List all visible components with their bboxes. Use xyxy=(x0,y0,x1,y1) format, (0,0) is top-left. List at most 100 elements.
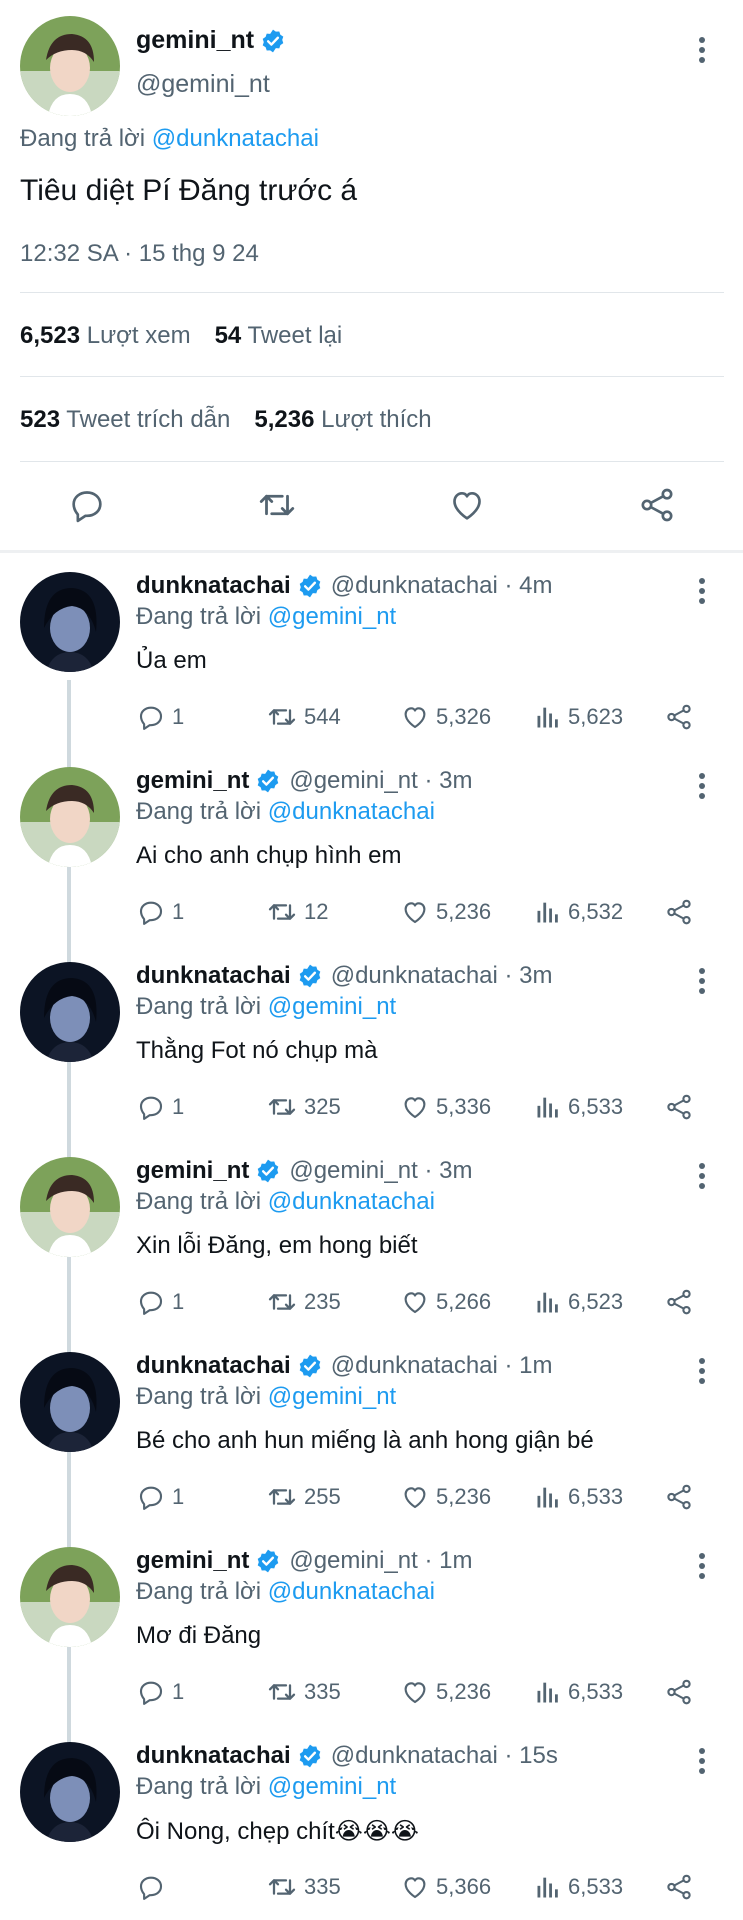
reply-action[interactable]: 1 xyxy=(136,1282,184,1322)
like-action[interactable]: 5,236 xyxy=(400,1477,491,1517)
share-icon[interactable] xyxy=(664,892,700,932)
reply-tweet[interactable]: dunknatachai @dunknatachai · 1m Đang trả… xyxy=(0,1337,743,1532)
share-icon[interactable] xyxy=(664,1087,700,1127)
author-name[interactable]: dunknatachai xyxy=(136,1352,291,1380)
reply-header: dunknatachai @dunknatachai · 4m xyxy=(136,572,553,600)
reply-action[interactable]: 1 xyxy=(136,697,184,737)
reply-to-link[interactable]: @gemini_nt xyxy=(268,1383,396,1410)
like-action[interactable]: 5,236 xyxy=(400,1672,491,1712)
views-action[interactable]: 6,532 xyxy=(534,892,623,932)
author-name[interactable]: gemini_nt xyxy=(136,767,249,795)
reply-tweet[interactable]: gemini_nt @gemini_nt · 3m Đang trả lời @… xyxy=(0,1142,743,1337)
reply-to-link[interactable]: @gemini_nt xyxy=(268,993,396,1020)
more-vertical-icon[interactable] xyxy=(692,573,712,609)
avatar[interactable] xyxy=(20,1547,120,1647)
author-handle[interactable]: @gemini_nt xyxy=(136,70,270,99)
reply-to-link[interactable]: @dunknatachai xyxy=(152,125,319,152)
divider xyxy=(20,376,724,377)
reply-icon[interactable] xyxy=(62,480,112,530)
author-name[interactable]: gemini_nt xyxy=(136,1547,249,1575)
views-action[interactable]: 6,533 xyxy=(534,1867,623,1907)
retweet-action[interactable]: 235 xyxy=(266,1282,341,1322)
like-action[interactable]: 5,336 xyxy=(400,1087,491,1127)
reply-to-link[interactable]: @gemini_nt xyxy=(268,603,396,630)
tweet-timestamp[interactable]: 12:32 SA · 15 thg 9 24 xyxy=(20,240,259,268)
retweet-action[interactable]: 255 xyxy=(266,1477,341,1517)
reply-prefix: Đang trả lời xyxy=(136,603,262,630)
share-icon[interactable] xyxy=(664,1477,700,1517)
heart-icon xyxy=(404,707,426,729)
retweet-action[interactable]: 325 xyxy=(266,1087,341,1127)
author-handle[interactable]: @gemini_nt · 1m xyxy=(289,1547,472,1575)
avatar[interactable] xyxy=(20,1157,120,1257)
reply-tweet[interactable]: dunknatachai @dunknatachai · 4m Đang trả… xyxy=(0,557,743,752)
more-vertical-icon[interactable] xyxy=(692,1158,712,1194)
more-vertical-icon[interactable] xyxy=(692,768,712,804)
more-vertical-icon[interactable] xyxy=(692,1548,712,1584)
reply-to-link[interactable]: @gemini_nt xyxy=(268,1773,396,1800)
author-handle[interactable]: @dunknatachai · 4m xyxy=(331,572,553,600)
share-icon[interactable] xyxy=(664,1867,700,1907)
views-action[interactable]: 6,533 xyxy=(534,1087,623,1127)
views-stat[interactable]: 6,523 Lượt xem xyxy=(20,322,191,350)
retweet-action[interactable]: 335 xyxy=(266,1672,341,1712)
reply-action[interactable]: 1 xyxy=(136,1477,184,1517)
reply-action[interactable] xyxy=(136,1867,172,1907)
views-action[interactable]: 6,533 xyxy=(534,1672,623,1712)
retweet-action[interactable]: 335 xyxy=(266,1867,341,1907)
retweet-action[interactable]: 12 xyxy=(266,892,328,932)
share-icon[interactable] xyxy=(664,697,700,737)
views-action[interactable]: 6,533 xyxy=(534,1477,623,1517)
more-vertical-icon[interactable] xyxy=(692,1353,712,1389)
like-action[interactable]: 5,266 xyxy=(400,1282,491,1322)
reply-actions-bar: 335 5,366 6,533 xyxy=(0,1867,743,1907)
avatar[interactable] xyxy=(20,1352,120,1452)
author-handle[interactable]: @dunknatachai · 3m xyxy=(331,962,553,990)
author-name[interactable]: dunknatachai xyxy=(136,572,291,600)
reply-to-link[interactable]: @dunknatachai xyxy=(268,1578,435,1605)
quotes-stat[interactable]: 523 Tweet trích dẫn xyxy=(20,406,230,434)
reply-tweet[interactable]: dunknatachai @dunknatachai · 3m Đang trả… xyxy=(0,947,743,1142)
reply-action[interactable]: 1 xyxy=(136,892,184,932)
reply-to-link[interactable]: @dunknatachai xyxy=(268,798,435,825)
views-action[interactable]: 6,523 xyxy=(534,1282,623,1322)
reply-count: 1 xyxy=(172,1094,185,1119)
reply-tweet[interactable]: gemini_nt @gemini_nt · 3m Đang trả lời @… xyxy=(0,752,743,947)
views-action[interactable]: 5,623 xyxy=(534,697,623,737)
retweet-action[interactable]: 544 xyxy=(266,697,341,737)
author-handle[interactable]: @dunknatachai · 15s xyxy=(331,1742,558,1770)
author-handle[interactable]: @gemini_nt · 3m xyxy=(289,767,472,795)
heart-icon xyxy=(404,1097,426,1119)
more-vertical-icon[interactable] xyxy=(692,30,712,70)
share-icon[interactable] xyxy=(632,480,682,530)
author-name[interactable]: gemini_nt xyxy=(136,26,254,55)
reply-to-link[interactable]: @dunknatachai xyxy=(268,1188,435,1215)
reply-context: Đang trả lời @dunknatachai xyxy=(136,798,435,826)
heart-icon[interactable] xyxy=(442,480,492,530)
reply-action[interactable]: 1 xyxy=(136,1087,184,1127)
retweets-stat[interactable]: 54 Tweet lại xyxy=(215,322,343,350)
likes-stat[interactable]: 5,236 Lượt thích xyxy=(254,406,431,434)
avatar[interactable] xyxy=(20,1742,120,1842)
avatar[interactable] xyxy=(20,962,120,1062)
reply-action[interactable]: 1 xyxy=(136,1672,184,1712)
avatar[interactable] xyxy=(20,572,120,672)
reply-tweet[interactable]: gemini_nt @gemini_nt · 1m Đang trả lời @… xyxy=(0,1532,743,1727)
more-vertical-icon[interactable] xyxy=(692,963,712,999)
author-handle[interactable]: @gemini_nt · 3m xyxy=(289,1157,472,1185)
author-name[interactable]: dunknatachai xyxy=(136,1742,291,1770)
reply-tweet[interactable]: dunknatachai @dunknatachai · 15s Đang tr… xyxy=(0,1727,743,1920)
author-name[interactable]: gemini_nt xyxy=(136,1157,249,1185)
share-icon[interactable] xyxy=(664,1282,700,1322)
like-action[interactable]: 5,236 xyxy=(400,892,491,932)
author-name[interactable]: dunknatachai xyxy=(136,962,291,990)
retweet-icon[interactable] xyxy=(252,480,302,530)
like-action[interactable]: 5,366 xyxy=(400,1867,491,1907)
like-action[interactable]: 5,326 xyxy=(400,697,491,737)
tweet-text: Ủa em xyxy=(136,647,207,674)
share-icon[interactable] xyxy=(664,1672,700,1712)
avatar[interactable] xyxy=(20,16,120,116)
avatar[interactable] xyxy=(20,767,120,867)
more-vertical-icon[interactable] xyxy=(692,1743,712,1779)
author-handle[interactable]: @dunknatachai · 1m xyxy=(331,1352,553,1380)
